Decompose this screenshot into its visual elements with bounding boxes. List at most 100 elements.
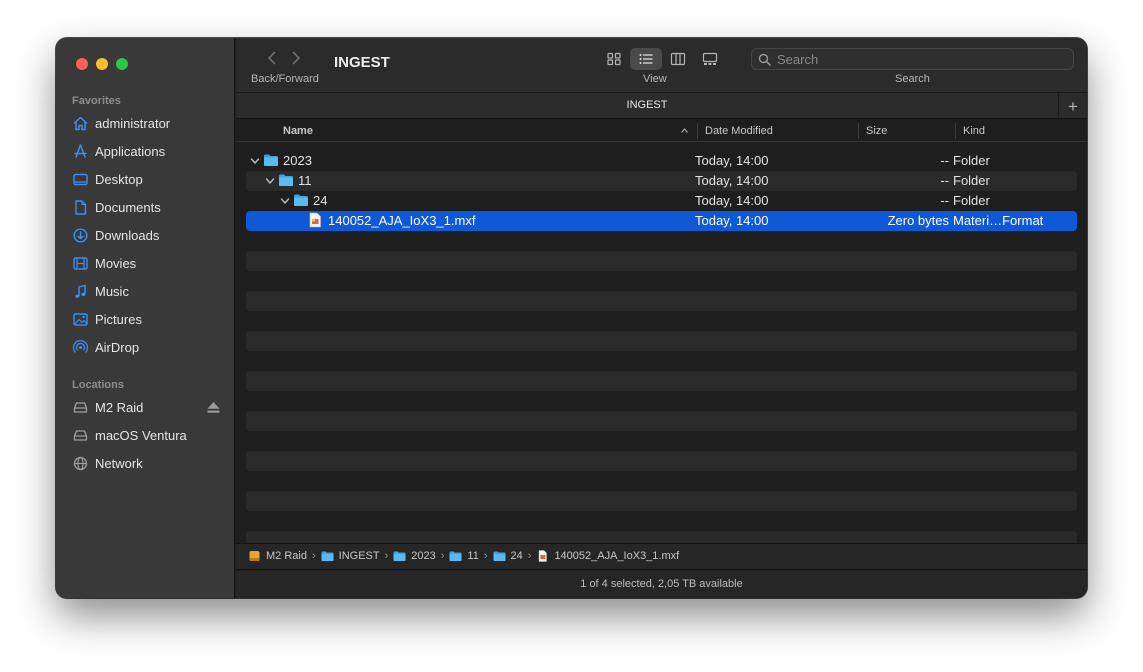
search-label: Search bbox=[895, 73, 930, 85]
sidebar-item-m2-raid[interactable]: M2 Raid bbox=[72, 396, 222, 418]
file-row-24[interactable]: 24 Today, 14:00 -- Folder bbox=[246, 191, 1077, 211]
folder-icon bbox=[279, 174, 293, 186]
media-file-icon bbox=[539, 550, 548, 562]
tab-ingest[interactable]: INGEST bbox=[236, 99, 1058, 111]
column-divider[interactable] bbox=[697, 123, 698, 139]
globe-icon bbox=[73, 456, 88, 470]
breadcrumb-item-ingest[interactable]: INGEST bbox=[321, 550, 380, 562]
close-window-button[interactable] bbox=[76, 58, 88, 70]
minimize-window-button[interactable] bbox=[96, 58, 108, 70]
forward-arrow-icon[interactable] bbox=[290, 50, 302, 66]
empty-row bbox=[246, 391, 1077, 411]
desktop-icon bbox=[73, 173, 88, 185]
column-header-size[interactable]: Size bbox=[866, 125, 887, 137]
music-note-icon bbox=[75, 284, 86, 298]
empty-row bbox=[246, 491, 1077, 511]
file-name: 140052_AJA_IoX3_1.mxf bbox=[328, 213, 476, 228]
column-divider[interactable] bbox=[858, 123, 859, 139]
back-arrow-icon[interactable] bbox=[266, 50, 278, 66]
column-header-name[interactable]: Name bbox=[283, 125, 313, 137]
search-field[interactable] bbox=[751, 48, 1074, 70]
document-icon bbox=[75, 199, 87, 215]
empty-row bbox=[246, 291, 1077, 311]
sidebar-item-administrator[interactable]: administrator bbox=[72, 112, 222, 134]
chevron-down-icon[interactable] bbox=[250, 156, 260, 166]
list-view-button[interactable] bbox=[630, 48, 662, 70]
column-header-kind[interactable]: Kind bbox=[963, 125, 985, 137]
zoom-window-button[interactable] bbox=[116, 58, 128, 70]
empty-row bbox=[246, 271, 1077, 291]
empty-row bbox=[246, 471, 1077, 491]
file-name: 11 bbox=[298, 173, 312, 188]
main-pane: INGEST Back/Forward View Search Search I… bbox=[236, 38, 1087, 598]
empty-row bbox=[246, 411, 1077, 431]
sidebar-item-movies[interactable]: Movies bbox=[72, 252, 222, 274]
file-size: Zero bytes bbox=[887, 213, 949, 228]
sidebar-item-desktop[interactable]: Desktop bbox=[72, 168, 222, 190]
sidebar-item-label: Documents bbox=[95, 199, 161, 215]
file-date: Today, 14:00 bbox=[695, 193, 769, 208]
sidebar-item-label: Movies bbox=[95, 255, 137, 271]
search-icon bbox=[758, 53, 771, 66]
back-forward-controls bbox=[266, 50, 302, 66]
file-row-11[interactable]: 11 Today, 14:00 -- Folder bbox=[246, 171, 1077, 191]
sort-ascending-icon bbox=[681, 128, 688, 133]
file-row-2023[interactable]: 2023 Today, 14:00 -- Folder bbox=[246, 151, 1077, 171]
icon-view-button[interactable] bbox=[598, 48, 630, 70]
sidebar-item-music[interactable]: Music bbox=[72, 280, 222, 302]
sidebar-item-downloads[interactable]: Downloads bbox=[72, 224, 222, 246]
breadcrumb-item-m2-raid[interactable]: M2 Raid bbox=[248, 550, 307, 562]
empty-row bbox=[246, 331, 1077, 351]
column-divider[interactable] bbox=[955, 123, 956, 139]
sidebar-item-macos-ventura[interactable]: macOS Ventura bbox=[72, 424, 222, 446]
sidebar-item-network[interactable]: Network bbox=[72, 452, 222, 474]
status-bar: 1 of 4 selected, 2,05 TB available bbox=[236, 571, 1087, 598]
column-header-date[interactable]: Date Modified bbox=[705, 125, 773, 137]
file-kind: Materi…Format bbox=[953, 213, 1044, 228]
empty-row bbox=[246, 311, 1077, 331]
breadcrumb-item-mxf[interactable]: 140052_AJA_IoX3_1.mxf bbox=[536, 550, 679, 562]
window-title: INGEST bbox=[334, 54, 390, 71]
file-date: Today, 14:00 bbox=[695, 153, 769, 168]
chevron-down-icon[interactable] bbox=[265, 176, 275, 186]
locations-heading: Locations bbox=[72, 379, 124, 391]
media-file-icon bbox=[309, 212, 321, 228]
breadcrumb: M2 Raid › INGEST › 2023 › 11 › 24 › 1400… bbox=[248, 550, 679, 562]
gallery-view-button[interactable] bbox=[694, 48, 726, 70]
file-size: -- bbox=[940, 153, 949, 168]
file-kind: Folder bbox=[953, 153, 990, 168]
file-date: Today, 14:00 bbox=[695, 213, 769, 228]
sidebar-item-label: Desktop bbox=[95, 171, 143, 187]
empty-row bbox=[246, 511, 1077, 531]
sidebar-item-documents[interactable]: Documents bbox=[72, 196, 222, 218]
breadcrumb-item-2023[interactable]: 2023 bbox=[393, 550, 436, 562]
breadcrumb-item-24[interactable]: 24 bbox=[493, 550, 523, 562]
empty-row bbox=[246, 231, 1077, 251]
sidebar-item-label: Music bbox=[95, 283, 129, 299]
column-view-button[interactable] bbox=[662, 48, 694, 70]
empty-row bbox=[246, 451, 1077, 471]
file-name: 2023 bbox=[283, 153, 312, 168]
sidebar-item-pictures[interactable]: Pictures bbox=[72, 308, 222, 330]
breadcrumb-item-11[interactable]: 11 bbox=[449, 550, 479, 562]
sidebar-item-label: AirDrop bbox=[95, 339, 140, 355]
chevron-down-icon[interactable] bbox=[280, 196, 290, 206]
disk-icon bbox=[73, 401, 88, 413]
search-input[interactable] bbox=[777, 51, 1057, 67]
file-row-mxf[interactable]: 140052_AJA_IoX3_1.mxf Today, 14:00 Zero … bbox=[246, 211, 1077, 231]
new-tab-button[interactable]: + bbox=[1058, 93, 1087, 120]
eject-icon[interactable] bbox=[205, 399, 222, 416]
folder-icon bbox=[264, 154, 278, 166]
empty-row bbox=[246, 351, 1077, 371]
favorites-heading: Favorites bbox=[72, 95, 121, 107]
sidebar-item-label: Downloads bbox=[95, 227, 160, 243]
home-icon bbox=[73, 116, 88, 130]
sidebar-item-airdrop[interactable]: AirDrop bbox=[72, 336, 222, 358]
gallery-icon bbox=[702, 52, 718, 65]
file-kind: Folder bbox=[953, 193, 990, 208]
folder-icon bbox=[449, 551, 462, 561]
grid-icon bbox=[607, 52, 621, 66]
sidebar-item-applications[interactable]: Applications bbox=[72, 140, 222, 162]
disk-icon bbox=[73, 429, 88, 441]
empty-row bbox=[246, 431, 1077, 451]
